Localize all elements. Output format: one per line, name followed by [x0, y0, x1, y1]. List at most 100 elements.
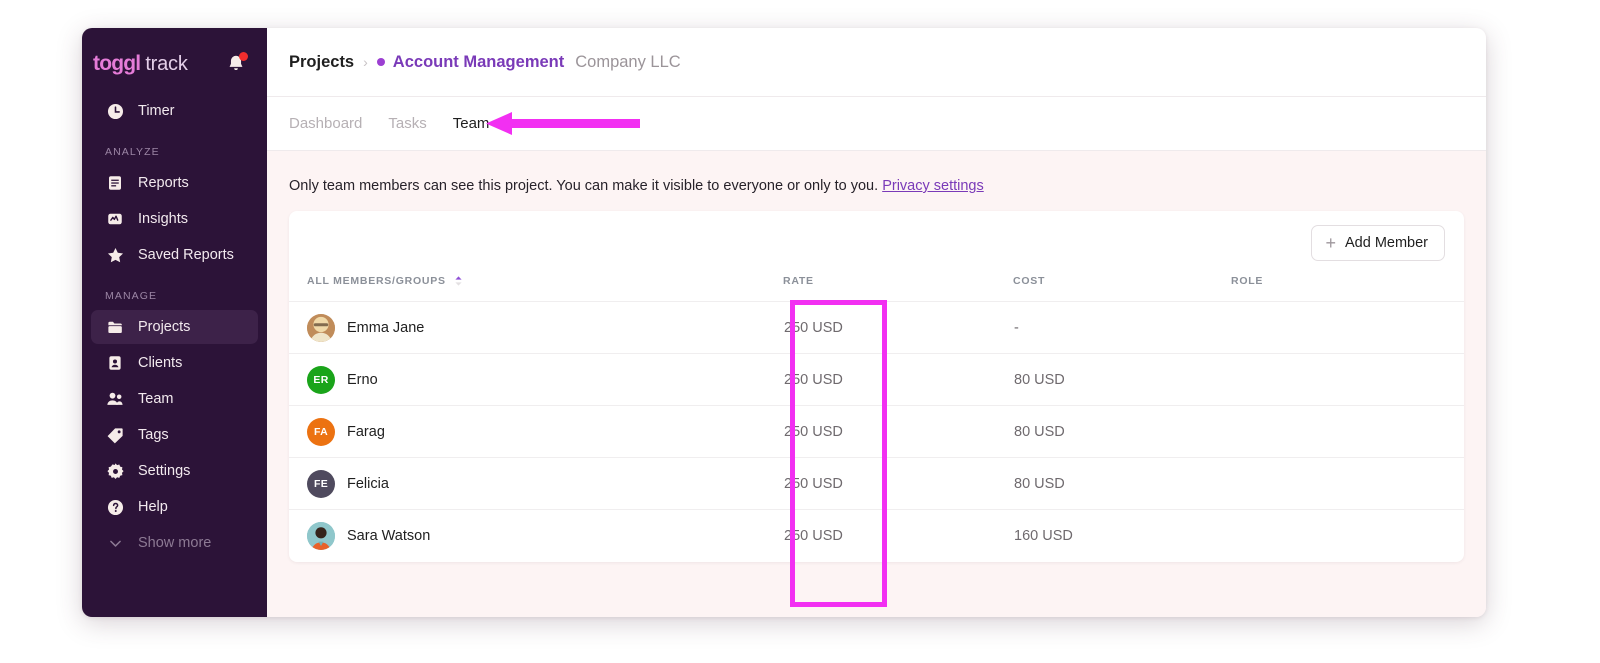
member-name-cell: ER Erno: [289, 354, 783, 406]
member-role: [1231, 406, 1464, 458]
sidebar-item-label: Projects: [138, 319, 190, 335]
sidebar-item-show-more[interactable]: Show more: [91, 526, 258, 560]
tab-tasks[interactable]: Tasks: [388, 115, 426, 132]
avatar-initials: ER: [313, 374, 328, 386]
breadcrumb-client-name: Company LLC: [575, 53, 680, 72]
sidebar-item-saved-reports[interactable]: Saved Reports: [91, 238, 258, 272]
clock-icon: [105, 101, 125, 121]
privacy-settings-link[interactable]: Privacy settings: [882, 178, 984, 194]
table-row[interactable]: ER Erno 250 USD 80 USD: [289, 354, 1464, 406]
member-cost: 80 USD: [1013, 354, 1231, 406]
table-header-row: ALL MEMBERS/GROUPS RATE: [289, 275, 1464, 302]
member-name: Emma Jane: [347, 320, 424, 336]
team-members-table: ALL MEMBERS/GROUPS RATE: [289, 275, 1464, 562]
tab-team[interactable]: Team: [453, 115, 490, 132]
add-member-button[interactable]: + Add Member: [1311, 225, 1445, 261]
toggl-track-logo[interactable]: toggl track: [93, 52, 188, 76]
member-role: [1231, 458, 1464, 510]
sort-chevrons-icon[interactable]: [454, 275, 463, 287]
sidebar-item-reports[interactable]: Reports: [91, 166, 258, 200]
avatar-initials: FE: [314, 478, 328, 490]
member-rate: 250 USD: [783, 354, 1013, 406]
main-area: Projects › Account Management Company LL…: [267, 28, 1486, 617]
sidebar-item-label: Team: [138, 391, 173, 407]
toggl-app-window: toggl track Timer: [82, 28, 1486, 617]
contact-card-icon: [105, 353, 125, 373]
insights-icon: [105, 209, 125, 229]
question-circle-icon: [105, 497, 125, 517]
avatar: FA: [307, 418, 335, 446]
notification-badge-dot: [239, 52, 248, 61]
sidebar-item-label: Settings: [138, 463, 190, 479]
member-role: [1231, 302, 1464, 354]
member-role: [1231, 354, 1464, 406]
member-cost: 160 USD: [1013, 510, 1231, 562]
table-row[interactable]: FA Farag 250 USD 80 USD: [289, 406, 1464, 458]
breadcrumb-projects-link[interactable]: Projects: [289, 53, 354, 72]
sidebar-item-clients[interactable]: Clients: [91, 346, 258, 380]
chevron-down-icon: [105, 533, 125, 553]
member-name-cell: FA Farag: [289, 406, 783, 458]
team-members-card: + Add Member ALL MEMBERS/GROUPS: [289, 211, 1464, 562]
member-rate: 250 USD: [783, 406, 1013, 458]
card-toolbar: + Add Member: [289, 211, 1464, 275]
sidebar: toggl track Timer: [82, 28, 267, 617]
star-icon: [105, 245, 125, 265]
sidebar-item-insights[interactable]: Insights: [91, 202, 258, 236]
column-header-rate: RATE: [783, 275, 1013, 302]
sidebar-item-label: Insights: [138, 211, 188, 227]
member-name: Erno: [347, 372, 378, 388]
logo-toggl-word: toggl: [93, 52, 140, 76]
tab-dashboard[interactable]: Dashboard: [289, 115, 362, 132]
member-rate: 250 USD: [783, 302, 1013, 354]
project-color-dot: [377, 58, 385, 66]
breadcrumb-separator: ›: [363, 54, 368, 70]
member-role: [1231, 510, 1464, 562]
member-cost: -: [1013, 302, 1231, 354]
sidebar-item-help[interactable]: Help: [91, 490, 258, 524]
sidebar-item-projects[interactable]: Projects: [91, 310, 258, 344]
column-header-label: ALL MEMBERS/GROUPS: [307, 275, 446, 287]
member-name: Felicia: [347, 476, 389, 492]
table-row[interactable]: FE Felicia 250 USD 80 USD: [289, 458, 1464, 510]
notification-bell-button[interactable]: [225, 53, 247, 75]
sidebar-item-tags[interactable]: Tags: [91, 418, 258, 452]
folder-icon: [105, 317, 125, 337]
table-body: Emma Jane 250 USD - ER: [289, 302, 1464, 562]
table-row[interactable]: Emma Jane 250 USD -: [289, 302, 1464, 354]
sidebar-item-settings[interactable]: Settings: [91, 454, 258, 488]
table-header: ALL MEMBERS/GROUPS RATE: [289, 275, 1464, 302]
sidebar-item-timer[interactable]: Timer: [91, 94, 258, 128]
table-row[interactable]: Sara Watson 250 USD 160 USD: [289, 510, 1464, 562]
avatar: [307, 522, 335, 550]
member-name-cell: FE Felicia: [289, 458, 783, 510]
member-name-cell: Sara Watson: [289, 510, 783, 562]
member-name: Farag: [347, 424, 385, 440]
member-rate: 250 USD: [783, 458, 1013, 510]
avatar: [307, 314, 335, 342]
avatar: ER: [307, 366, 335, 394]
logo-track-word: track: [145, 53, 187, 76]
plus-icon: +: [1325, 234, 1336, 252]
add-member-label: Add Member: [1345, 235, 1428, 251]
content-area: Only team members can see this project. …: [267, 151, 1486, 617]
privacy-notice: Only team members can see this project. …: [289, 151, 1464, 211]
tag-icon: [105, 425, 125, 445]
sidebar-item-team[interactable]: Team: [91, 382, 258, 416]
sidebar-item-label: Timer: [138, 103, 175, 119]
member-name: Sara Watson: [347, 528, 430, 544]
privacy-notice-text: Only team members can see this project. …: [289, 178, 878, 194]
breadcrumb-project-name[interactable]: Account Management: [393, 53, 564, 72]
reports-icon: [105, 173, 125, 193]
sidebar-item-label: Reports: [138, 175, 189, 191]
column-header-members[interactable]: ALL MEMBERS/GROUPS: [289, 275, 783, 302]
page-header: Projects › Account Management Company LL…: [267, 28, 1486, 97]
member-name-cell: Emma Jane: [289, 302, 783, 354]
sidebar-header: toggl track: [82, 28, 267, 80]
column-header-role: ROLE: [1231, 275, 1464, 302]
avatar-initials: FA: [314, 426, 328, 438]
sidebar-section-manage: MANAGE: [82, 274, 267, 308]
sidebar-nav: Timer ANALYZE Reports: [82, 94, 267, 560]
gear-icon: [105, 461, 125, 481]
sidebar-item-label: Show more: [138, 535, 211, 551]
